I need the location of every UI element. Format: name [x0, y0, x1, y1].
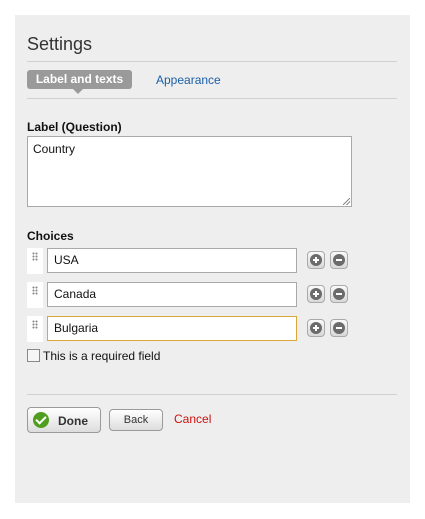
- add-choice-button[interactable]: [307, 251, 325, 269]
- label-question-heading: Label (Question): [27, 120, 122, 134]
- cancel-link[interactable]: Cancel: [174, 412, 211, 426]
- choice-row: USA: [27, 248, 357, 275]
- plus-icon: [310, 254, 322, 266]
- panel-title: Settings: [27, 34, 93, 54]
- done-label: Done: [58, 414, 88, 428]
- minus-icon: [333, 322, 345, 334]
- choice-input[interactable]: Bulgaria: [47, 316, 297, 341]
- back-button[interactable]: Back: [109, 409, 163, 431]
- plus-icon: [310, 288, 322, 300]
- label-question-value: Country: [33, 142, 76, 156]
- minus-icon: [333, 254, 345, 266]
- choice-row: Canada: [27, 282, 357, 309]
- drag-handle-icon[interactable]: [27, 248, 43, 274]
- done-button[interactable]: Done: [27, 407, 101, 433]
- tab-appearance[interactable]: Appearance: [156, 73, 221, 87]
- drag-handle-icon[interactable]: [27, 282, 43, 308]
- plus-icon: [310, 322, 322, 334]
- choices-heading: Choices: [27, 229, 74, 243]
- required-checkbox[interactable]: [27, 349, 40, 362]
- settings-panel: Settings Label and texts Appearance Labe…: [15, 15, 410, 503]
- remove-choice-button[interactable]: [330, 285, 348, 303]
- title-divider: [27, 61, 397, 62]
- checkmark-icon: [33, 412, 49, 428]
- remove-choice-button[interactable]: [330, 251, 348, 269]
- required-checkbox-label[interactable]: This is a required field: [43, 349, 160, 363]
- tabs-divider: [27, 98, 397, 99]
- resize-grip-icon[interactable]: [343, 198, 350, 205]
- drag-handle-icon[interactable]: [27, 316, 43, 342]
- choice-input[interactable]: USA: [47, 248, 297, 273]
- remove-choice-button[interactable]: [330, 319, 348, 337]
- actions-divider: [27, 394, 397, 395]
- required-field-option: This is a required field: [27, 349, 160, 363]
- label-question-textarea[interactable]: Country: [27, 136, 352, 207]
- choice-row: Bulgaria: [27, 316, 357, 343]
- add-choice-button[interactable]: [307, 319, 325, 337]
- tab-label-and-texts[interactable]: Label and texts: [27, 70, 132, 94]
- add-choice-button[interactable]: [307, 285, 325, 303]
- minus-icon: [333, 288, 345, 300]
- choice-input[interactable]: Canada: [47, 282, 297, 307]
